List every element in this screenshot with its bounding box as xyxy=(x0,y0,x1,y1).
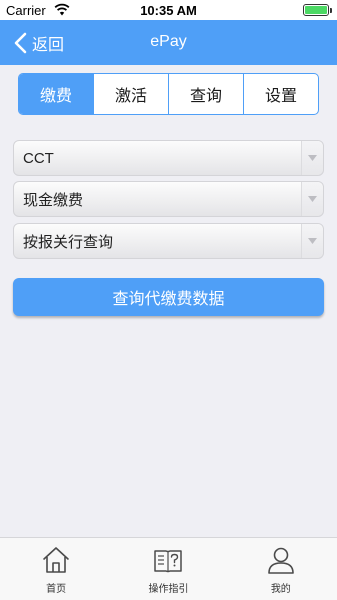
query-button[interactable]: 查询代缴费数据 xyxy=(13,278,324,316)
clock: 10:35 AM xyxy=(140,3,197,18)
page-title: ePay xyxy=(150,33,187,50)
segment-settings[interactable]: 设置 xyxy=(243,74,318,114)
dropdown-arrow-icon xyxy=(308,155,317,161)
tab-profile-label: 我的 xyxy=(270,584,291,595)
segmented-control: 缴费 激活 查询 设置 xyxy=(18,73,319,115)
user-icon xyxy=(268,547,294,574)
segment-activate[interactable]: 激活 xyxy=(93,74,168,114)
status-bar: Carrier 10:35 AM xyxy=(0,0,337,20)
tab-home[interactable]: 首页 xyxy=(0,538,112,600)
segment-pay[interactable]: 缴费 xyxy=(19,74,93,114)
battery-tip xyxy=(330,8,332,13)
tab-home-label: 首页 xyxy=(46,584,67,595)
payment-method-select-arrow xyxy=(301,182,323,216)
segment-query[interactable]: 查询 xyxy=(168,74,243,114)
company-select-arrow xyxy=(301,141,323,175)
dropdown-arrow-icon xyxy=(308,196,317,202)
dropdown-arrow-icon xyxy=(308,238,317,244)
company-select-value: CCT xyxy=(23,149,54,167)
tab-profile[interactable]: 我的 xyxy=(225,538,337,600)
query-type-select-arrow xyxy=(301,224,323,258)
battery-icon xyxy=(303,4,329,16)
nav-bar: 返回 ePay xyxy=(0,20,337,65)
tab-guide[interactable]: 操作指引 xyxy=(112,538,224,600)
guide-book-icon xyxy=(154,550,183,573)
payment-method-select-value: 现金缴费 xyxy=(23,191,84,209)
query-type-select[interactable]: 按报关行查询 xyxy=(13,223,324,259)
query-type-select-value: 按报关行查询 xyxy=(23,233,114,251)
company-select[interactable]: CCT xyxy=(13,140,324,176)
battery-fill xyxy=(305,6,327,14)
home-icon xyxy=(43,547,69,573)
payment-method-select[interactable]: 现金缴费 xyxy=(13,181,324,217)
tab-bar: 首页 操作指引 我的 xyxy=(0,537,337,600)
tab-guide-label: 操作指引 xyxy=(148,584,189,595)
